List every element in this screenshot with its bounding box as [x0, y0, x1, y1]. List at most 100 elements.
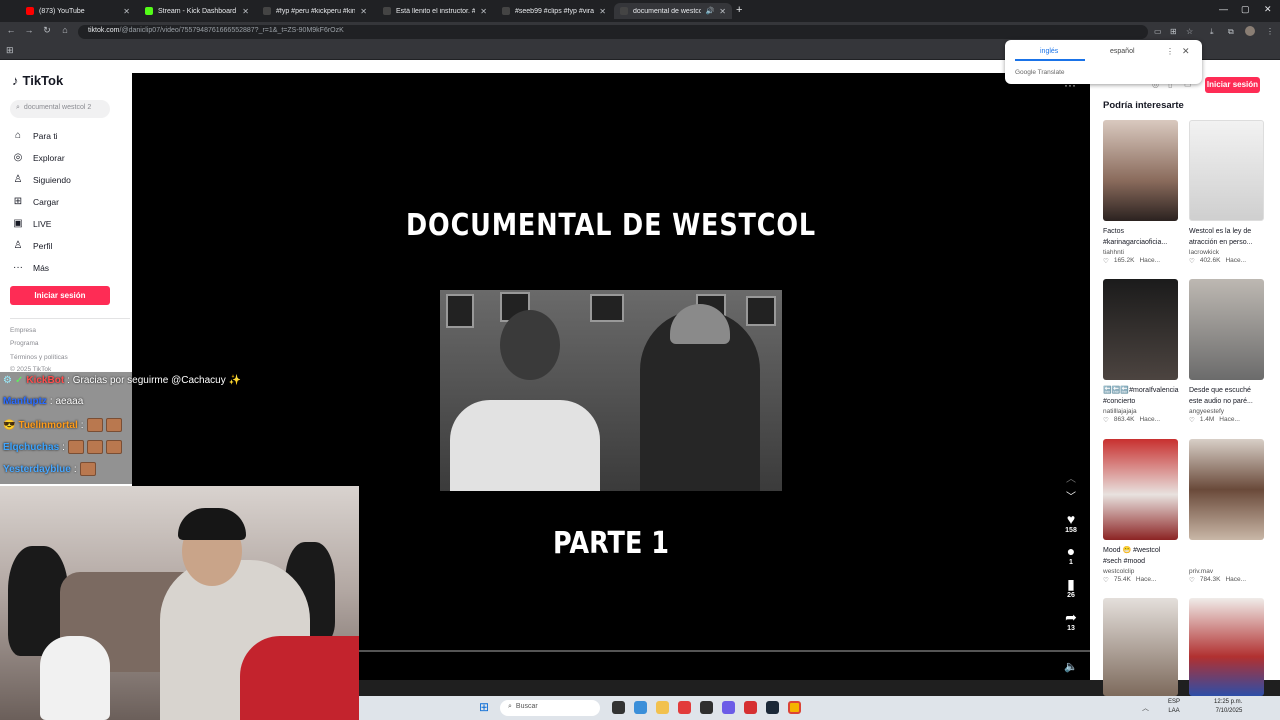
chevron-up-icon[interactable]: ︿ [1058, 470, 1084, 485]
chrome-icon[interactable] [788, 701, 801, 714]
emote-icon [79, 462, 96, 476]
emote-icon [105, 440, 122, 454]
task-view-icon[interactable] [612, 701, 625, 714]
header-login-button[interactable]: Iniciar sesión [1205, 77, 1260, 93]
suggested-video-card[interactable]: Mood 😁 #westcol #sech #mood westcolclip ♡ 7… [1103, 439, 1179, 584]
taskbar-clock[interactable]: 12:25 p.m. 7/10/2025 [1214, 698, 1242, 716]
new-tab-icon[interactable]: + [736, 4, 742, 16]
translate-option-spanish[interactable]: español [1110, 48, 1135, 55]
close-icon[interactable]: ✕ [1182, 46, 1190, 57]
red-blanket [240, 636, 359, 720]
antivirus-icon[interactable] [678, 701, 691, 714]
close-tab-icon[interactable]: ✕ [242, 7, 249, 16]
reload-icon[interactable]: ↻ [40, 25, 54, 36]
tab-tiktok-2[interactable]: Está llenito el instructor. #fypp✕ [377, 3, 493, 19]
emote-icon [86, 418, 103, 432]
nav-item-explorar[interactable]: ◎ Explorar [12, 152, 65, 163]
tiktok-icon [502, 7, 510, 15]
nav-item-cargar[interactable]: ⊞ Cargar [12, 196, 59, 207]
close-tab-icon[interactable]: ✕ [360, 7, 367, 16]
suggested-video-card[interactable]: Desde que escuché este audio no paré... a… [1189, 279, 1265, 424]
suggested-video-card[interactable]: 🔚🔚🔚#moraIfvalencia #concierto natilllajaj… [1103, 279, 1179, 424]
avatar[interactable] [1245, 26, 1255, 36]
taskbar-search[interactable]: ⌕ Buscar [500, 700, 600, 716]
apps-icon[interactable]: ⊞ [6, 45, 14, 56]
emote-icon [67, 440, 84, 454]
tiktok-logo[interactable]: ♪ TikTok [12, 73, 63, 88]
address-bar[interactable]: tiktok.com/@daniclip07/video/75579487616… [78, 25, 1148, 39]
comment-button[interactable]: ● 1 [1058, 543, 1084, 566]
emote-icon [105, 418, 122, 432]
card-meta: ♡ 402.6K Hace... [1189, 257, 1247, 265]
nav-item-live[interactable]: ▣ LIVE [12, 218, 51, 229]
microphone [40, 636, 110, 720]
nav-item-mas[interactable]: ··· Más [12, 262, 49, 273]
suggested-video-card[interactable]: priv.mav ♡ 784.3K Hace... [1189, 439, 1265, 584]
tab-tiktok-active[interactable]: documental de westcol #d🔊✕ [614, 3, 732, 19]
close-tab-icon[interactable]: ✕ [480, 7, 487, 16]
app-icon[interactable] [700, 701, 713, 714]
volume-icon[interactable]: 🔈 [1064, 660, 1078, 673]
chat-message: ⚙ ✓ KickBot: Gracias por seguirme @Cachacu… [3, 375, 241, 386]
back-icon[interactable]: ← [4, 25, 18, 35]
suggested-video-card[interactable]: Factos #karinagarciaoficia... tiahhnti ♡ 16… [1103, 120, 1179, 265]
home-icon: ⌂ [14, 130, 22, 141]
menu-icon[interactable]: ⋮ [1266, 27, 1274, 36]
wall-frame [590, 294, 624, 322]
translate-option-english[interactable]: inglés [1040, 48, 1058, 55]
heart-icon: ♡ [1103, 417, 1109, 424]
save-button[interactable]: ▮ 26 [1058, 576, 1084, 599]
tab-tiktok-3[interactable]: #seeb99 #clips #fyp #viral #pe✕ [496, 3, 612, 19]
minimize-icon[interactable]: — [1219, 4, 1228, 14]
heart-icon: ♡ [1189, 417, 1195, 424]
video-progress-bar[interactable] [359, 650, 1090, 652]
footer-link-terminos[interactable]: Términos y políticas [10, 354, 68, 361]
footer-link-empresa[interactable]: Empresa [10, 327, 36, 334]
cast-icon[interactable]: ▭ [1154, 27, 1162, 36]
home-icon[interactable]: ⌂ [58, 25, 72, 35]
login-button[interactable]: Iniciar sesión [10, 286, 110, 305]
heart-icon: ♡ [1103, 577, 1109, 584]
following-icon: ♙ [13, 174, 23, 185]
footer-link-programa[interactable]: Programa [10, 340, 39, 347]
suggested-video-card[interactable] [1103, 598, 1179, 696]
more-options-icon[interactable]: ⋮ [1166, 47, 1174, 56]
chat-message: 😎 Tuelinmortal: [3, 418, 122, 432]
close-tab-icon[interactable]: ✕ [599, 7, 606, 16]
suggested-video-card[interactable]: Westcol es la ley de atracción en perso.… [1189, 120, 1265, 265]
search-input[interactable]: ⌕ documental westcol 2 [10, 100, 110, 118]
nav-item-perfil[interactable]: ♙ Perfil [12, 240, 53, 251]
share-button[interactable]: ➦ 13 [1058, 609, 1084, 632]
file-explorer-icon[interactable] [656, 701, 669, 714]
download-icon[interactable]: ⤓ [1210, 27, 1214, 37]
like-button[interactable]: ♥ 158 [1058, 511, 1084, 534]
verified-badge-icon: ✓ [14, 375, 24, 386]
bookmark-star-icon[interactable]: ☆ [1186, 27, 1193, 36]
tray-chevron-icon[interactable]: ︿ [1142, 703, 1149, 713]
windows-start-icon[interactable]: ⊞ [479, 701, 492, 714]
person-left [470, 310, 590, 491]
close-tab-icon[interactable]: ✕ [123, 7, 130, 16]
heart-icon: ♡ [1103, 258, 1109, 265]
language-indicator[interactable]: ESP LAA [1168, 698, 1180, 716]
extensions-icon[interactable]: ⧉ [1228, 27, 1234, 37]
tab-kick[interactable]: Stream - Kick Dashboard ✕ [139, 3, 255, 19]
tiktok-note-icon: ♪ [12, 73, 19, 88]
nav-item-siguiendo[interactable]: ♙ Siguiendo [12, 174, 71, 185]
close-window-icon[interactable]: ✕ [1264, 4, 1272, 15]
selected-language-indicator [1015, 59, 1085, 61]
chevron-down-icon[interactable]: ﹀ [1058, 488, 1084, 503]
suggested-video-card[interactable] [1189, 598, 1265, 696]
obs-icon[interactable] [744, 701, 757, 714]
tab-tiktok-1[interactable]: #fyp #peru #kickperu #kingtek✕ [257, 3, 373, 19]
tab-youtube[interactable]: (873) YouTube ✕ [20, 3, 136, 19]
translate-icon[interactable]: ⊞ [1170, 27, 1177, 36]
video-thumbnail [1189, 439, 1264, 540]
close-tab-icon[interactable]: ✕ [719, 7, 726, 16]
discord-icon[interactable] [722, 701, 735, 714]
forward-icon[interactable]: → [22, 25, 36, 35]
maximize-icon[interactable]: ▢ [1241, 4, 1250, 15]
steam-icon[interactable] [766, 701, 779, 714]
nav-item-para-ti[interactable]: ⌂ Para ti [12, 130, 58, 141]
copilot-icon[interactable] [634, 701, 647, 714]
